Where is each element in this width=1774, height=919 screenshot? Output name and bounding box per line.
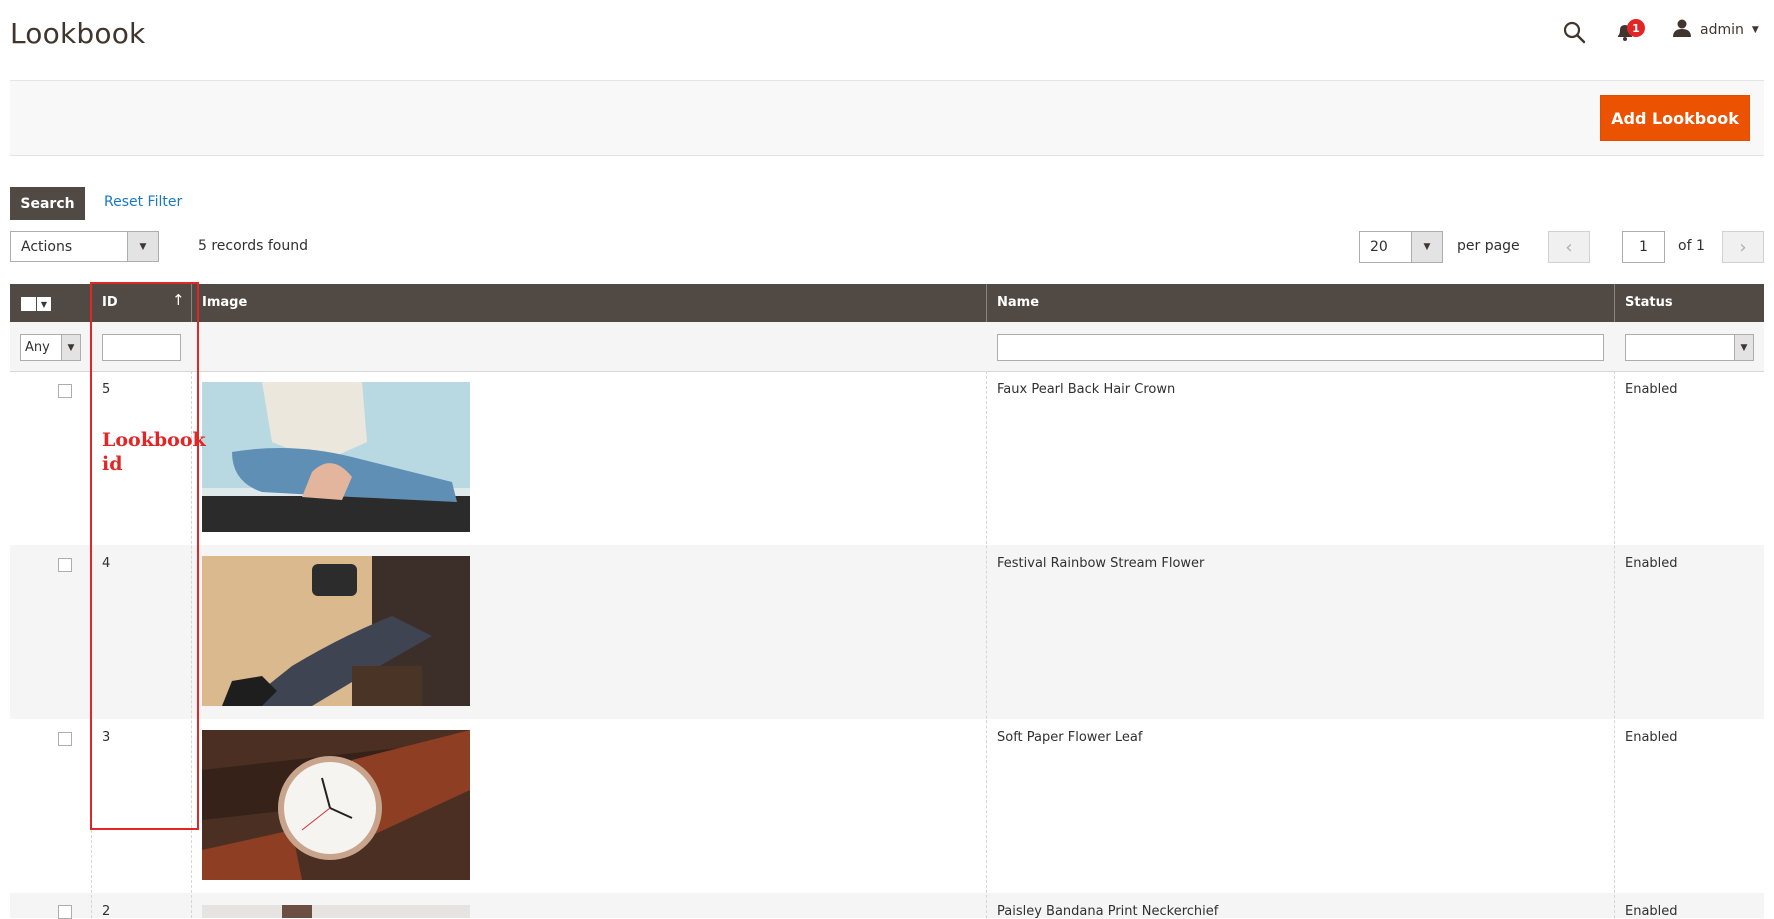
chevron-down-icon: ▼	[1751, 25, 1759, 35]
row-name: Paisley Bandana Print Neckerchief	[997, 904, 1219, 919]
name-filter-input[interactable]	[997, 334, 1604, 361]
row-checkbox[interactable]	[58, 558, 72, 572]
annotation-label: Lookbook id	[102, 428, 206, 476]
column-divider	[986, 284, 987, 322]
annotation-line-1: Lookbook	[102, 429, 206, 451]
mass-actions-select[interactable]: Actions ▼	[10, 231, 159, 262]
total-pages: of 1	[1678, 238, 1705, 254]
row-name: Soft Paper Flower Leaf	[997, 730, 1143, 745]
row-checkbox[interactable]	[58, 384, 72, 398]
mass-select-checkbox[interactable]: ▼	[21, 297, 51, 311]
lookbook-image	[202, 556, 470, 706]
lookbook-image	[202, 382, 470, 532]
column-divider	[1614, 371, 1615, 918]
row-checkbox[interactable]	[58, 732, 72, 746]
row-name: Festival Rainbow Stream Flower	[997, 556, 1205, 571]
massaction-filter-value: Any	[25, 340, 50, 355]
reset-filter-link[interactable]: Reset Filter	[104, 194, 182, 210]
lookbook-image	[202, 904, 470, 918]
grid-header	[10, 284, 1764, 322]
column-header-status[interactable]: Status	[1625, 284, 1673, 322]
chevron-down-icon: ▼	[127, 232, 158, 261]
notification-badge: 1	[1627, 19, 1645, 37]
add-lookbook-button[interactable]: Add Lookbook	[1600, 95, 1750, 141]
annotation-line-2: id	[102, 453, 123, 475]
current-page-input[interactable]: 1	[1622, 231, 1665, 263]
per-page-label: per page	[1457, 238, 1520, 254]
search-button[interactable]: Search	[10, 187, 85, 220]
chevron-left-icon: ‹	[1565, 236, 1573, 258]
row-checkbox[interactable]	[58, 905, 72, 919]
column-header-name[interactable]: Name	[997, 284, 1039, 322]
column-divider	[986, 371, 987, 918]
row-status: Enabled	[1625, 904, 1678, 919]
next-page-button[interactable]: ›	[1722, 231, 1764, 263]
row-status: Enabled	[1625, 730, 1678, 745]
chevron-down-icon: ▼	[40, 299, 48, 309]
column-divider	[1614, 284, 1615, 322]
row-status: Enabled	[1625, 382, 1678, 397]
user-icon	[1672, 18, 1692, 42]
chevron-right-icon: ›	[1739, 236, 1747, 258]
chevron-down-icon: ▼	[61, 335, 80, 360]
chevron-down-icon: ▼	[1411, 232, 1442, 262]
records-count: 5 records found	[198, 238, 308, 254]
page-title: Lookbook	[10, 17, 146, 50]
row-status: Enabled	[1625, 556, 1678, 571]
search-icon[interactable]	[1562, 20, 1586, 48]
status-filter-select[interactable]: ▼	[1625, 334, 1754, 361]
row-id: 2	[102, 904, 111, 919]
per-page-value: 20	[1370, 239, 1388, 255]
massaction-filter-select[interactable]: Any ▼	[20, 334, 81, 361]
per-page-select[interactable]: 20 ▼	[1359, 231, 1443, 263]
user-menu[interactable]: admin ▼	[1672, 18, 1759, 42]
mass-actions-value: Actions	[21, 238, 73, 255]
chevron-down-icon: ▼	[1734, 335, 1753, 360]
row-name: Faux Pearl Back Hair Crown	[997, 382, 1176, 397]
id-column-highlight	[90, 282, 199, 830]
page-actions-bar	[10, 81, 1764, 156]
prev-page-button[interactable]: ‹	[1548, 231, 1590, 263]
user-name: admin	[1700, 22, 1744, 38]
lookbook-image	[202, 730, 470, 880]
column-header-image[interactable]: Image	[202, 284, 247, 322]
